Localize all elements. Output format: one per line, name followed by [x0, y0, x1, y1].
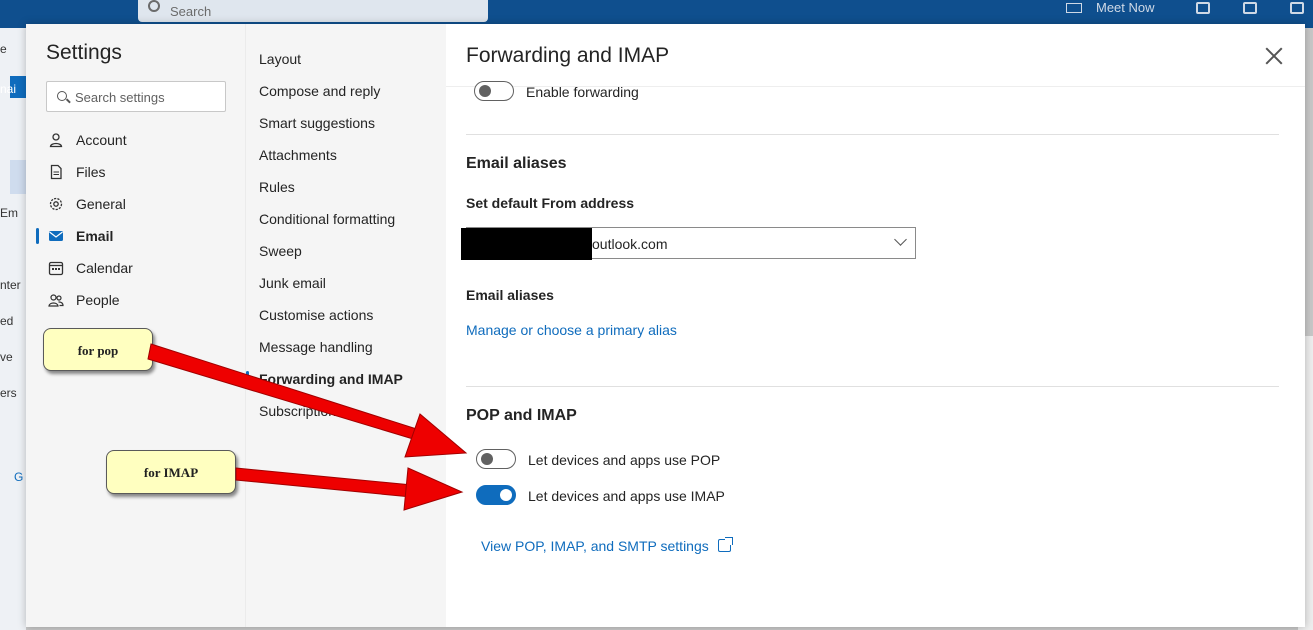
pop-toggle-label: Let devices and apps use POP: [528, 452, 721, 468]
imap-toggle[interactable]: [476, 485, 516, 505]
forwarding-imap-panel: Forwarding and IMAP Enable forwarding Em…: [446, 24, 1305, 627]
bg-fragment: Em: [0, 206, 18, 220]
subcategory-message-handling[interactable]: Message handling: [246, 331, 447, 363]
settings-category-pane: Settings Account Files General Email: [26, 24, 245, 627]
toggle-knob: [481, 453, 493, 465]
teams-icon[interactable]: [1196, 2, 1210, 14]
category-label: Calendar: [76, 260, 133, 276]
subcategory-sweep[interactable]: Sweep: [246, 235, 447, 267]
mail-icon: [49, 231, 63, 241]
background-left-pane: e nai Em nter ed ve ers G: [0, 28, 26, 630]
subcategory-forwarding-and-imap[interactable]: Forwarding and IMAP: [246, 363, 447, 395]
person-icon: [49, 133, 63, 148]
toggle-knob: [500, 489, 512, 501]
file-icon: [50, 164, 62, 180]
meet-now-button[interactable]: Meet Now: [1066, 0, 1155, 15]
chevron-down-icon: [894, 233, 907, 246]
settings-category-list: Account Files General Email Calendar Peo…: [26, 124, 245, 316]
enable-forwarding-toggle[interactable]: [474, 81, 514, 101]
view-pop-imap-smtp-link[interactable]: View POP, IMAP, and SMTP settings: [481, 537, 733, 554]
settings-subcategory-list: Layout Compose and reply Smart suggestio…: [246, 43, 447, 427]
email-aliases-label: Email aliases: [466, 287, 554, 303]
video-camera-icon: [1066, 3, 1082, 13]
bg-fragment: ers: [0, 386, 17, 400]
subcategory-layout[interactable]: Layout: [246, 43, 447, 75]
section-divider: [466, 386, 1279, 387]
category-label: Email: [76, 228, 114, 244]
subcategory-smart-suggestions[interactable]: Smart suggestions: [246, 107, 447, 139]
search-icon: [57, 91, 67, 101]
subcategory-conditional-formatting[interactable]: Conditional formatting: [246, 203, 447, 235]
category-general[interactable]: General: [26, 188, 245, 220]
background-selected-item: [10, 160, 26, 194]
manage-alias-link[interactable]: Manage or choose a primary alias: [466, 322, 677, 338]
category-label: People: [76, 292, 120, 308]
section-divider: [466, 134, 1279, 135]
email-aliases-heading: Email aliases: [466, 155, 567, 172]
background-search-box[interactable]: Search: [138, 0, 488, 22]
compose-icon[interactable]: [1290, 2, 1304, 14]
category-label: General: [76, 196, 126, 212]
pop-imap-heading: POP and IMAP: [466, 407, 577, 424]
pop-toggle[interactable]: [476, 449, 516, 469]
imap-callout: for IMAP: [106, 450, 236, 494]
category-calendar[interactable]: Calendar: [26, 252, 245, 284]
panel-title: Forwarding and IMAP: [466, 44, 670, 67]
category-email[interactable]: Email: [26, 220, 245, 252]
category-account[interactable]: Account: [26, 124, 245, 156]
default-from-label: Set default From address: [466, 195, 635, 211]
bg-fragment: ve: [0, 350, 13, 364]
subcategory-rules[interactable]: Rules: [246, 171, 447, 203]
close-button[interactable]: [1264, 46, 1284, 66]
default-from-dropdown[interactable]: outlook.com: [461, 227, 916, 260]
bg-fragment: nter: [0, 278, 21, 292]
category-label: Account: [76, 132, 127, 148]
settings-subcategory-pane: Layout Compose and reply Smart suggestio…: [245, 24, 446, 627]
search-icon: [148, 0, 160, 12]
toggle-knob: [479, 85, 491, 97]
subcategory-subscriptions[interactable]: Subscriptions: [246, 395, 447, 427]
category-label: Files: [76, 164, 106, 180]
default-from-value: outlook.com: [592, 236, 668, 252]
bg-fragment: G: [14, 470, 24, 484]
redacted-address: [461, 228, 592, 260]
people-icon: [48, 294, 64, 307]
onenote-icon[interactable]: [1243, 2, 1257, 14]
enable-forwarding-label: Enable forwarding: [526, 84, 639, 100]
subcategory-customise-actions[interactable]: Customise actions: [246, 299, 447, 331]
category-files[interactable]: Files: [26, 156, 245, 188]
bg-fragment: nai: [0, 82, 17, 96]
category-people[interactable]: People: [26, 284, 245, 316]
calendar-icon: [48, 261, 64, 276]
settings-search-input[interactable]: [75, 88, 220, 106]
open-external-icon: [717, 537, 733, 552]
subcategory-attachments[interactable]: Attachments: [246, 139, 447, 171]
subcategory-junk-email[interactable]: Junk email: [246, 267, 447, 299]
gear-icon: [49, 197, 63, 211]
bg-fragment: e: [0, 42, 7, 56]
background-search-placeholder: Search: [170, 4, 212, 19]
pop-callout: for pop: [43, 328, 153, 371]
settings-search-box[interactable]: [46, 81, 226, 112]
bg-fragment: ed: [0, 314, 14, 328]
imap-toggle-label: Let devices and apps use IMAP: [528, 488, 725, 504]
settings-dialog: Settings Account Files General Email: [26, 24, 1305, 627]
settings-title: Settings: [46, 41, 122, 64]
subcategory-compose-and-reply[interactable]: Compose and reply: [246, 75, 447, 107]
